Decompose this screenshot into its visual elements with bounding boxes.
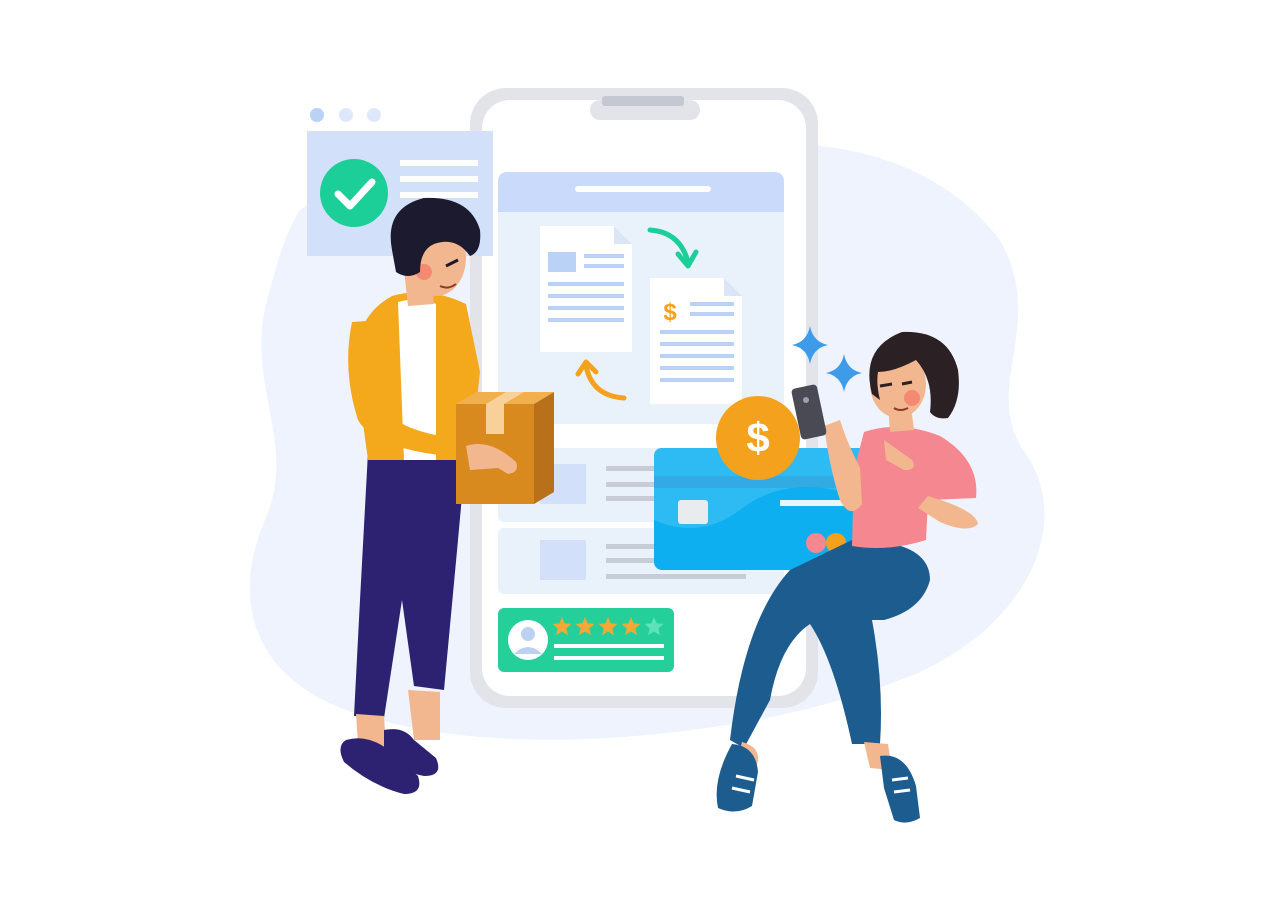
review-card (498, 608, 674, 672)
window-dot (367, 108, 381, 122)
window-dot (310, 108, 324, 122)
document-icon (540, 226, 632, 352)
invoice-icon: $ (650, 278, 742, 404)
coin-currency-symbol: $ (746, 414, 769, 461)
phone-speaker (602, 96, 684, 106)
illustration-canvas: $ $ (249, 88, 1045, 823)
dollar-coin-icon: $ (716, 396, 800, 480)
checkmark-icon (320, 159, 388, 227)
invoice-currency-symbol: $ (663, 299, 677, 326)
window-dot (339, 108, 353, 122)
sneaker (880, 755, 920, 823)
